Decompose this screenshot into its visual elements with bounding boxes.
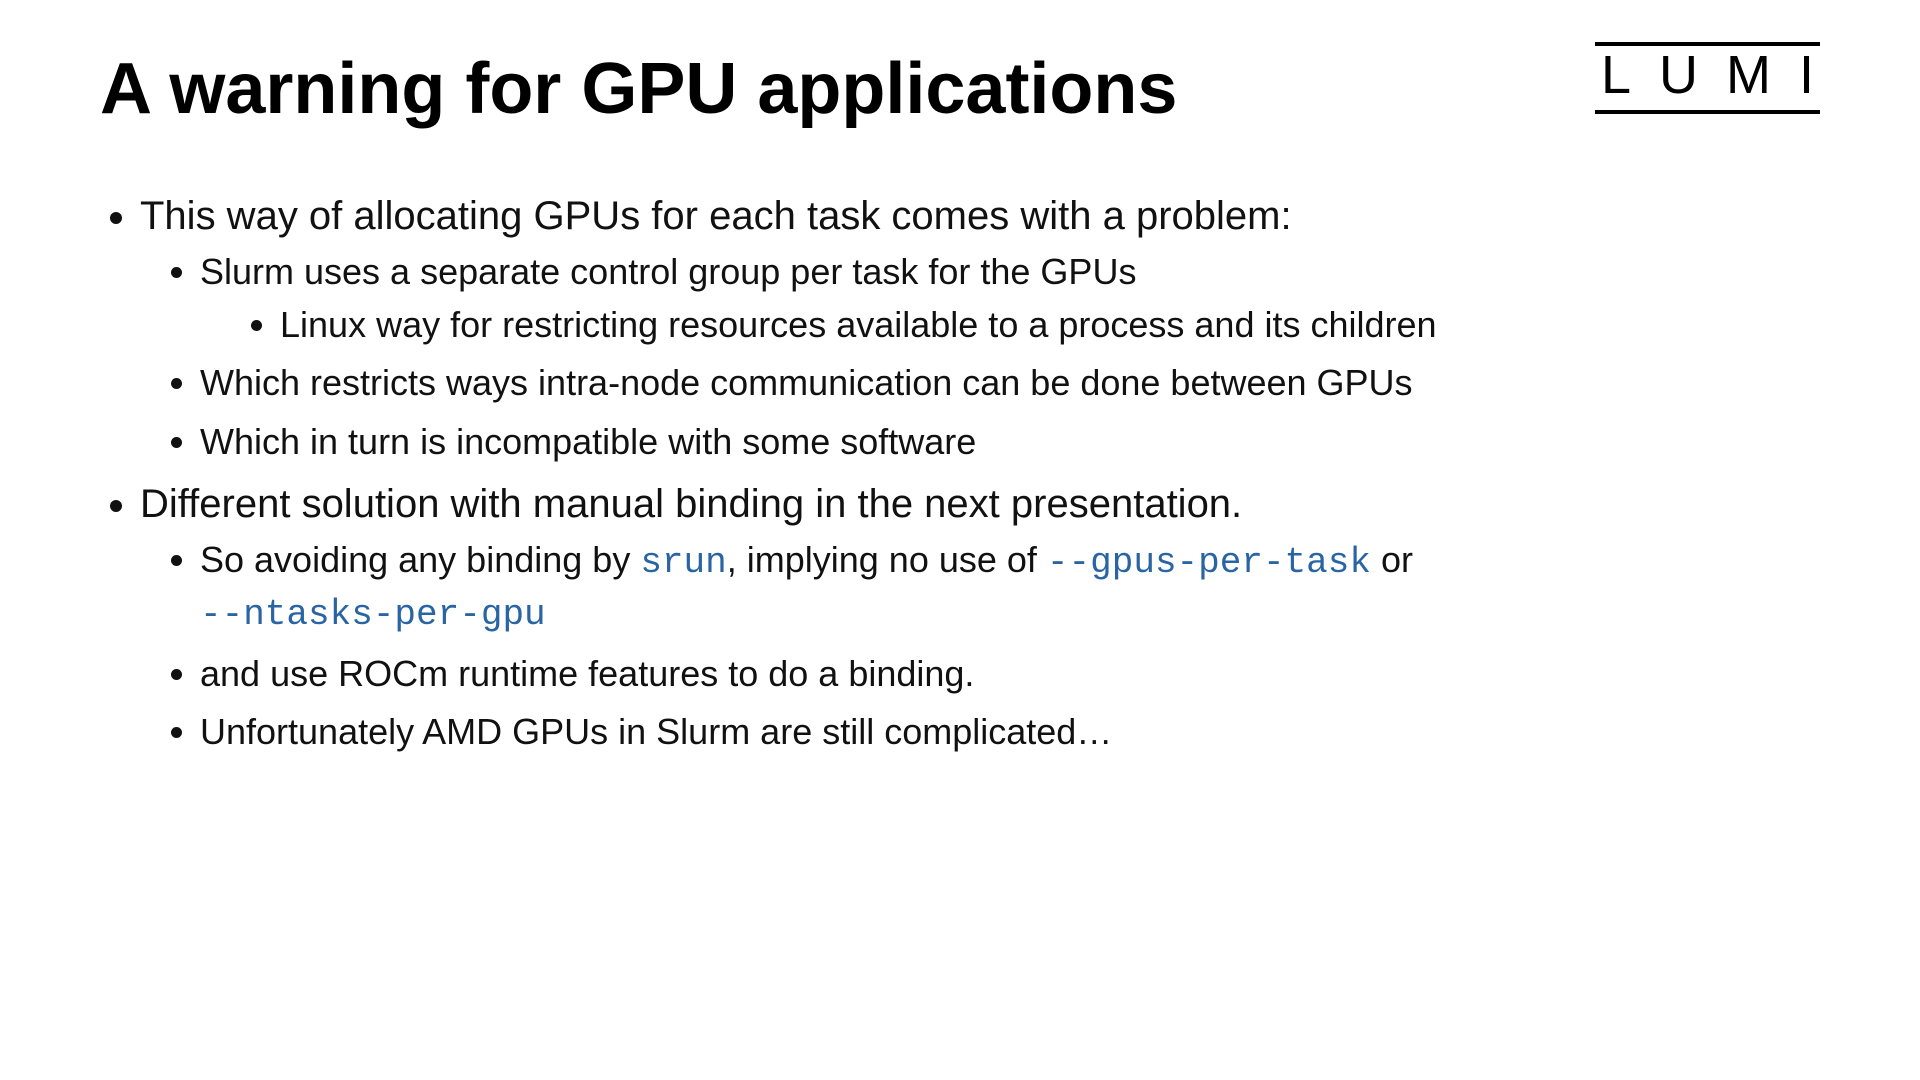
bullet-text: Which restricts ways intra-node communic… <box>200 362 1413 403</box>
bullet-level2: Which in turn is incompatible with some … <box>200 418 1820 467</box>
bullet-level1: Different solution with manual binding i… <box>140 478 1820 756</box>
bullet-sublist: So avoiding any binding by srun, implyin… <box>140 536 1820 756</box>
inline-code-gpus-per-task: --gpus-per-task <box>1047 542 1371 583</box>
bullet-text: Which in turn is incompatible with some … <box>200 421 976 462</box>
bullet-subsublist: Linux way for restricting resources avai… <box>200 301 1820 350</box>
bullet-list: This way of allocating GPUs for each tas… <box>100 190 1820 757</box>
lumi-logo: LUMI <box>1601 48 1842 108</box>
bullet-text: Slurm uses a separate control group per … <box>200 251 1136 292</box>
bullet-level1: This way of allocating GPUs for each tas… <box>140 190 1820 466</box>
inline-code-ntasks-per-gpu: --ntasks-per-gpu <box>200 594 546 635</box>
bullet-level2: Unfortunately AMD GPUs in Slurm are stil… <box>200 708 1820 757</box>
bullet-text: Unfortunately AMD GPUs in Slurm are stil… <box>200 711 1112 752</box>
slide-title: A warning for GPU applications <box>100 48 1820 130</box>
bullet-text: So avoiding any binding by <box>200 539 640 580</box>
slide: LUMI A warning for GPU applications This… <box>0 0 1920 1080</box>
bullet-text: and use ROCm runtime features to do a bi… <box>200 653 974 694</box>
bullet-level3: Linux way for restricting resources avai… <box>280 301 1820 350</box>
inline-code-srun: srun <box>640 542 726 583</box>
bullet-level2: and use ROCm runtime features to do a bi… <box>200 650 1820 699</box>
bullet-sublist: Slurm uses a separate control group per … <box>140 248 1820 466</box>
bullet-level2: So avoiding any binding by srun, implyin… <box>200 536 1820 639</box>
bullet-text: Linux way for restricting resources avai… <box>280 304 1437 345</box>
bullet-level2: Slurm uses a separate control group per … <box>200 248 1820 349</box>
bullet-text: Different solution with manual binding i… <box>140 482 1242 526</box>
bullet-level2: Which restricts ways intra-node communic… <box>200 359 1820 408</box>
bullet-text: or <box>1371 539 1413 580</box>
bullet-text: This way of allocating GPUs for each tas… <box>140 194 1292 238</box>
bullet-text: , implying no use of <box>727 539 1047 580</box>
